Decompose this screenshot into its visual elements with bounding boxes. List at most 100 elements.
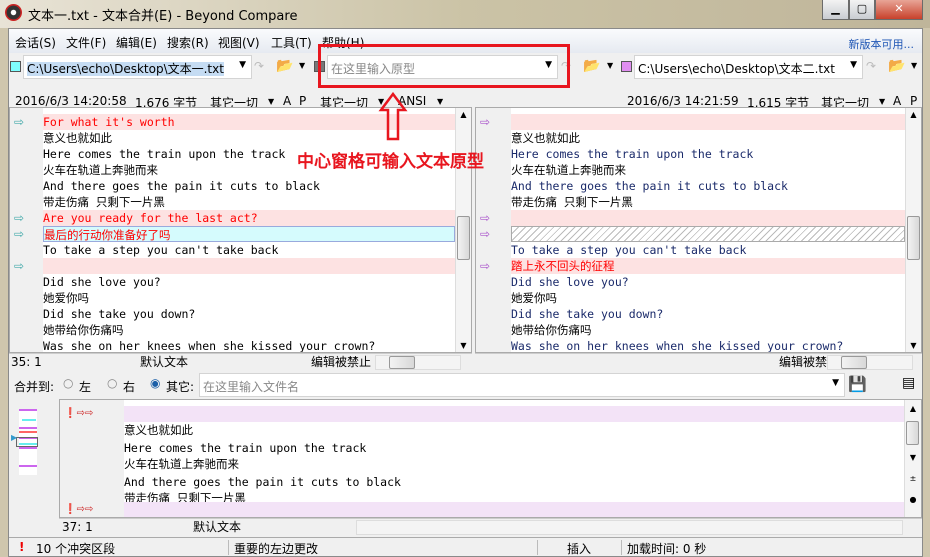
close-button[interactable]: ✕: [875, 0, 923, 20]
text-line[interactable]: [43, 258, 455, 274]
chevron-down-icon[interactable]: ▼: [850, 60, 857, 70]
minimize-button[interactable]: ▁: [822, 0, 849, 20]
text-line[interactable]: 最后的行动你准备好了吗: [43, 226, 455, 242]
chevron-down-icon[interactable]: ▼: [299, 61, 305, 70]
diff-arrow-icon[interactable]: ⇨: [480, 258, 490, 274]
line-text: 火车在轨道上奔驰而来: [43, 163, 158, 177]
layout-icon[interactable]: ▤: [902, 375, 915, 391]
line-text: For what it's worth: [43, 115, 175, 129]
text-line[interactable]: 她爱你吗: [511, 290, 905, 306]
right-horizontal-scrollbar[interactable]: [827, 355, 913, 370]
text-line[interactable]: To take a step you can't take back: [43, 242, 455, 258]
text-line[interactable]: [511, 114, 905, 130]
text-line[interactable]: [124, 406, 904, 422]
text-line[interactable]: To take a step you can't take back: [511, 242, 905, 258]
text-line[interactable]: 她带给你伤痛吗: [43, 322, 455, 338]
chevron-down-icon[interactable]: ▼: [268, 97, 274, 106]
folder-icon[interactable]: 📂: [276, 58, 293, 74]
line-text: 带走伤痛 只剩下一片黑: [511, 195, 633, 209]
chevron-down-icon[interactable]: ▼: [437, 97, 443, 106]
radio-other-label[interactable]: 其它:: [166, 378, 194, 395]
radio-left[interactable]: ○: [63, 376, 73, 390]
left-vertical-scrollbar[interactable]: ▲ ▼: [455, 108, 471, 352]
text-line[interactable]: 火车在轨道上奔驰而来: [511, 162, 905, 178]
right-vertical-scrollbar[interactable]: ▲ ▼: [905, 108, 921, 352]
left-horizontal-scrollbar[interactable]: [375, 355, 461, 370]
text-line[interactable]: 火车在轨道上奔驰而来: [124, 456, 904, 472]
menu-file[interactable]: 文件(F): [66, 34, 106, 51]
swap-arrow-icon[interactable]: ↷: [866, 59, 876, 73]
text-line[interactable]: Here comes the train upon the track: [124, 440, 904, 456]
output-horizontal-scrollbar[interactable]: [356, 520, 903, 535]
diff-arrow-icon[interactable]: ⇨: [14, 114, 24, 130]
text-line[interactable]: Did she take you down?: [43, 306, 455, 322]
left-p-toggle[interactable]: P: [299, 94, 306, 108]
diff-arrow-icon[interactable]: ⇨: [480, 210, 490, 226]
text-line[interactable]: [511, 226, 905, 242]
menu-edit[interactable]: 编辑(E): [116, 34, 157, 51]
merge-to-label: 合并到:: [14, 380, 55, 394]
text-line[interactable]: Here comes the train upon the track: [511, 146, 905, 162]
text-line[interactable]: [124, 502, 904, 517]
text-line[interactable]: Was she on her knees when she kissed you…: [511, 338, 905, 352]
menu-search[interactable]: 搜索(R): [167, 34, 209, 51]
menu-tools[interactable]: 工具(T): [271, 34, 312, 51]
text-line[interactable]: 踏上永不回头的征程: [511, 258, 905, 274]
text-line[interactable]: Are you ready for the last act?: [43, 210, 455, 226]
menu-view[interactable]: 视图(V): [218, 34, 260, 51]
chevron-down-icon[interactable]: ▼: [832, 378, 839, 388]
text-line[interactable]: 她带给你伤痛吗: [511, 322, 905, 338]
output-vertical-scrollbar[interactable]: ▲ ▼ ± ●: [904, 400, 921, 517]
chevron-down-icon[interactable]: ▼: [239, 60, 246, 70]
conflict-merge-icon[interactable]: ❗⇨⇨: [64, 502, 93, 517]
overview-thumbnail[interactable]: ▶: [11, 399, 59, 547]
text-line[interactable]: 意义也就如此: [124, 422, 904, 438]
text-line[interactable]: Was she on her knees when she kissed you…: [43, 338, 455, 352]
left-a-toggle[interactable]: A: [283, 94, 291, 108]
diff-arrow-icon[interactable]: ⇨: [14, 210, 24, 226]
radio-right-label[interactable]: 右: [123, 378, 135, 395]
save-icon[interactable]: 💾: [848, 375, 867, 393]
conflict-merge-icon[interactable]: ❗⇨⇨: [64, 406, 93, 422]
text-line[interactable]: Did she love you?: [511, 274, 905, 290]
right-path-combo[interactable]: C:\Users\echo\Desktop\文本二.txt ▼: [634, 55, 863, 79]
diff-arrow-icon[interactable]: ⇨: [14, 258, 24, 274]
text-line[interactable]: [511, 210, 905, 226]
line-text: 意义也就如此: [43, 131, 112, 145]
chevron-down-icon[interactable]: ▼: [911, 61, 917, 70]
output-text-pane[interactable]: ❗⇨⇨ 意义也就如此 Here comes the train upon the t…: [59, 399, 922, 518]
text-line[interactable]: And there goes the pain it cuts to black: [43, 178, 455, 194]
text-line[interactable]: 带走伤痛 只剩下一片黑: [43, 194, 455, 210]
diff-arrow-icon[interactable]: ⇨: [480, 114, 490, 130]
text-line[interactable]: 意义也就如此: [511, 130, 905, 146]
text-line[interactable]: Did she love you?: [43, 274, 455, 290]
right-p-toggle[interactable]: P: [910, 94, 917, 108]
output-rows: ❗⇨⇨ 意义也就如此 Here comes the train upon the t…: [64, 400, 904, 517]
left-text-pane[interactable]: For what it's worth ⇨ 意义也就如此 Here comes the…: [9, 107, 472, 353]
chevron-down-icon[interactable]: ▼: [607, 61, 613, 70]
swap-arrow-icon[interactable]: ↷: [254, 59, 264, 73]
left-path-combo[interactable]: C:\Users\echo\Desktop\文本一.txt ▼: [23, 55, 252, 79]
text-line[interactable]: And there goes the pain it cuts to black: [511, 178, 905, 194]
radio-left-label[interactable]: 左: [79, 378, 91, 395]
folder-icon[interactable]: 📂: [888, 58, 905, 74]
text-line[interactable]: 她爱你吗: [43, 290, 455, 306]
folder-icon[interactable]: 📂: [583, 58, 600, 74]
menu-session[interactable]: 会话(S): [15, 34, 56, 51]
right-a-toggle[interactable]: A: [893, 94, 901, 108]
diff-arrow-icon[interactable]: ⇨: [14, 226, 24, 242]
update-available-link[interactable]: 新版本可用...: [849, 36, 915, 52]
output-filename-placeholder: 在这里输入文件名: [203, 380, 300, 394]
text-line[interactable]: 带走伤痛 只剩下一片黑: [511, 194, 905, 210]
text-line[interactable]: And there goes the pain it cuts to black: [124, 474, 904, 490]
diff-arrow-icon[interactable]: ⇨: [480, 226, 490, 242]
output-filename-combo[interactable]: 在这里输入文件名 ▼: [199, 373, 845, 397]
radio-right[interactable]: ○: [107, 376, 117, 390]
maximize-button[interactable]: ▢: [849, 0, 875, 20]
text-line[interactable]: Did she take you down?: [511, 306, 905, 322]
line-text: Did she love you?: [511, 275, 629, 289]
right-text-pane[interactable]: ⇨ 意义也就如此 Here comes the train upon the tra…: [475, 107, 922, 353]
radio-other[interactable]: ◉: [150, 376, 160, 390]
insert-mode: 插入: [567, 542, 592, 556]
chevron-down-icon[interactable]: ▼: [879, 97, 885, 106]
